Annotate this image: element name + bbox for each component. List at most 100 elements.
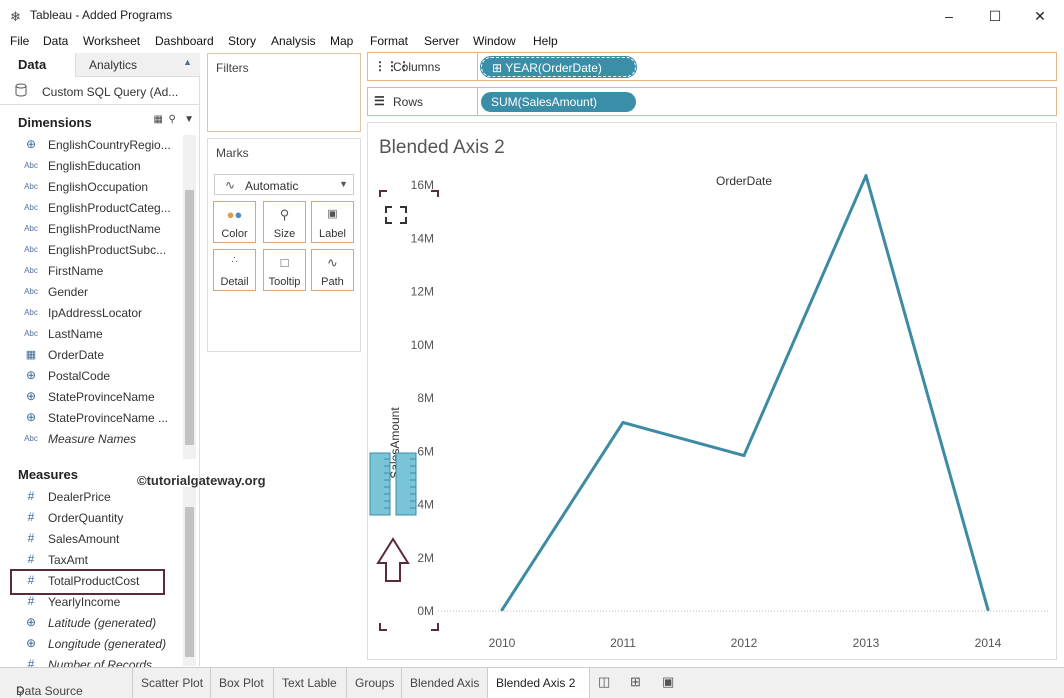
menu-worksheet[interactable]: Worksheet	[83, 34, 140, 48]
dimension-field-stateprovincename[interactable]: ⊕ StateProvinceName	[0, 387, 184, 408]
marks-path-button[interactable]: ∿ Path	[311, 249, 354, 291]
maximize-button[interactable]: ☐	[983, 6, 1007, 26]
color-dots-icon: ●●	[226, 207, 243, 222]
line-chart[interactable]: OrderDateSalesAmount0M2M4M6M8M10M12M14M1…	[368, 123, 1058, 661]
field-label: Gender	[48, 285, 89, 299]
dimension-field-englishproductcateg[interactable]: Abc EnglishProductCateg...	[0, 198, 184, 219]
dimension-field-englisheducation[interactable]: Abc EnglishEducation	[0, 156, 184, 177]
dimension-field-postalcode[interactable]: ⊕ PostalCode	[0, 366, 184, 387]
tab-text-lable-label: Text Lable	[282, 676, 337, 690]
globe-icon: ⊕	[25, 389, 37, 403]
marks-color-button[interactable]: ●● Color	[213, 201, 256, 243]
menu-server[interactable]: Server	[424, 34, 459, 48]
rows-shelf[interactable]: ☰ Rows SUM(SalesAmount)	[367, 87, 1057, 116]
measure-field-taxamt[interactable]: # TaxAmt	[0, 550, 184, 571]
field-label: TaxAmt	[48, 553, 89, 567]
menu-data[interactable]: Data	[43, 34, 68, 48]
x-tick-label: 2014	[975, 636, 1002, 650]
dimension-field-englishcountryregio[interactable]: ⊕ EnglishCountryRegio...	[0, 135, 184, 156]
tab-scatter-plot[interactable]: Scatter Plot	[133, 668, 211, 698]
close-button[interactable]: ✕	[1028, 6, 1052, 26]
field-label: EnglishOccupation	[48, 180, 149, 194]
menu-analysis[interactable]: Analysis	[271, 34, 316, 48]
dimension-field-englishproductname[interactable]: Abc EnglishProductName	[0, 219, 184, 240]
tab-text-lable[interactable]: Text Lable	[274, 668, 347, 698]
dimension-field-gender[interactable]: Abc Gender	[0, 282, 184, 303]
dimension-field-measure-names[interactable]: Abc Measure Names	[0, 429, 184, 450]
menu-map[interactable]: Map	[330, 34, 353, 48]
dimensions-scroll-thumb[interactable]	[185, 190, 194, 445]
string-type-icon: Abc	[24, 308, 38, 317]
tab-data-source[interactable]: ⚲ Data Source	[0, 668, 133, 698]
marks-tooltip-label: Tooltip	[268, 276, 301, 288]
tab-blended-axis[interactable]: Blended Axis	[402, 668, 488, 698]
data-point	[742, 454, 746, 458]
measures-scroll-thumb[interactable]	[185, 507, 194, 657]
new-dashboard-icon[interactable]: ⊞	[630, 674, 641, 690]
measure-field-salesamount[interactable]: # SalesAmount	[0, 529, 184, 550]
menu-file[interactable]: File	[10, 34, 29, 48]
columns-pill-label: YEAR(OrderDate)	[505, 61, 602, 75]
menu-format[interactable]: Format	[370, 34, 408, 48]
dimension-field-firstname[interactable]: Abc FirstName	[0, 261, 184, 282]
tab-data[interactable]: Data	[0, 53, 75, 77]
datasource-item[interactable]: Custom SQL Query (Ad...	[0, 77, 200, 105]
shelf-divider	[477, 88, 478, 115]
up-arrow-icon	[376, 537, 410, 582]
tooltip-bubble-icon: □	[280, 255, 289, 270]
menu-story[interactable]: Story	[228, 34, 256, 48]
dimension-tools[interactable]: ▦ ⚲ ▼	[153, 114, 194, 125]
tab-box-plot[interactable]: Box Plot	[211, 668, 274, 698]
dimension-field-englishproductsubc[interactable]: Abc EnglishProductSubc...	[0, 240, 184, 261]
x-tick-label: 2010	[489, 636, 516, 650]
measures-title: Measures	[18, 467, 78, 482]
measure-field-dealerprice[interactable]: # DealerPrice	[0, 487, 184, 508]
new-story-icon[interactable]: ▣	[662, 674, 674, 690]
columns-shelf[interactable]: ⋮⋮⋮ Columns ⊞ YEAR(OrderDate)	[367, 52, 1057, 81]
label-text-icon: ▣	[327, 208, 338, 220]
measure-field-yearlyincome[interactable]: # YearlyIncome	[0, 592, 184, 613]
dimensions-scrollbar[interactable]	[183, 135, 196, 459]
minimize-button[interactable]: –	[937, 6, 961, 26]
columns-pill-year-orderdate[interactable]: ⊞ YEAR(OrderDate)	[480, 56, 637, 78]
marks-detail-button[interactable]: ∴ Detail	[213, 249, 256, 291]
tab-data-source-label: Data Source	[16, 684, 83, 698]
dimensions-title: Dimensions	[18, 115, 92, 130]
dimension-field-lastname[interactable]: Abc LastName	[0, 324, 184, 345]
tab-blended-axis-2[interactable]: Blended Axis 2	[488, 668, 590, 698]
field-label: EnglishProductSubc...	[48, 243, 167, 257]
menu-window[interactable]: Window	[473, 34, 516, 48]
dimension-field-ipaddresslocator[interactable]: Abc IpAddressLocator	[0, 303, 184, 324]
globe-icon: ⊕	[25, 615, 37, 629]
datasource-label: Custom SQL Query (Ad...	[42, 85, 179, 99]
dimension-field-englishoccupation[interactable]: Abc EnglishOccupation	[0, 177, 184, 198]
menu-help[interactable]: Help	[533, 34, 558, 48]
tab-analytics[interactable]: Analytics ▲	[75, 53, 200, 77]
x-tick-label: 2011	[610, 636, 636, 650]
tab-groups[interactable]: Groups	[347, 668, 402, 698]
menu-dashboard[interactable]: Dashboard	[155, 34, 214, 48]
measure-field-orderquantity[interactable]: # OrderQuantity	[0, 508, 184, 529]
field-label: OrderDate	[48, 348, 105, 362]
dimension-field-stateprovincename[interactable]: ⊕ StateProvinceName ...	[0, 408, 184, 429]
marks-size-button[interactable]: ⚲ Size	[263, 201, 306, 243]
worksheet-view[interactable]: Blended Axis 2 OrderDate SalesAmount 0M 2M 4…	[367, 122, 1057, 660]
mark-type-select[interactable]: ∿ Automatic ▼	[214, 174, 354, 195]
new-worksheet-icon[interactable]: ◫	[598, 674, 610, 690]
field-label: Measure Names	[48, 432, 137, 446]
string-type-icon: Abc	[24, 434, 38, 443]
rows-pill-sum-salesamount[interactable]: SUM(SalesAmount)	[481, 92, 636, 112]
measure-field-latitude-generated[interactable]: ⊕ Latitude (generated)	[0, 613, 184, 634]
marks-label-button[interactable]: ▣ Label	[311, 201, 354, 243]
focus-bracket	[385, 217, 392, 224]
filters-shelf[interactable]: Filters	[207, 53, 361, 132]
detail-dots-icon: ∴	[231, 255, 238, 266]
dimension-field-orderdate[interactable]: ▦ OrderDate	[0, 345, 184, 366]
measure-field-longitude-generated[interactable]: ⊕ Longitude (generated)	[0, 634, 184, 655]
marks-tooltip-button[interactable]: □ Tooltip	[263, 249, 306, 291]
field-label: LastName	[48, 327, 103, 341]
marks-title: Marks	[216, 146, 249, 160]
number-type-icon: #	[27, 489, 35, 503]
field-label: FirstName	[48, 264, 104, 278]
measures-scrollbar[interactable]	[183, 487, 196, 666]
